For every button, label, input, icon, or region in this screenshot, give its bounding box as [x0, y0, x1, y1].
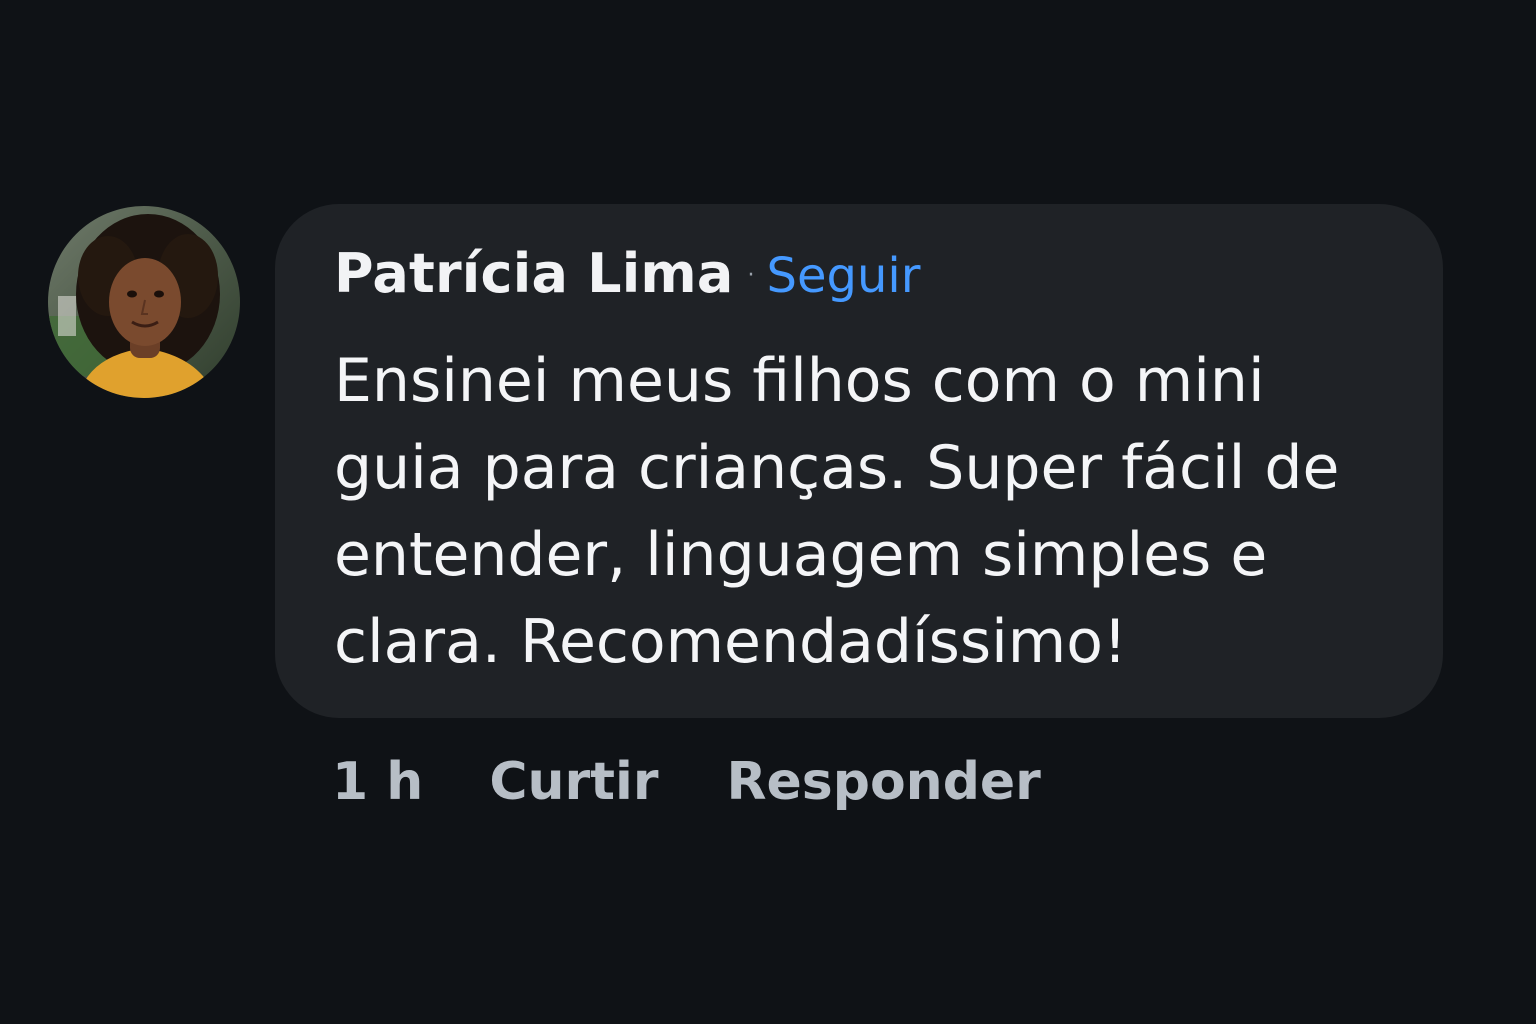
reply-button[interactable]: Responder: [726, 752, 1040, 812]
author-name[interactable]: Patrícia Lima: [334, 242, 734, 305]
separator-dot: ·: [747, 263, 755, 288]
comment-text: Ensinei meus filhos com o mini guia para…: [334, 346, 1340, 677]
comment: Patrícia Lima · Seguir Ensinei meus filh…: [48, 204, 1448, 844]
user-avatar-photo-icon: [48, 206, 240, 398]
comment-bubble: Patrícia Lima · Seguir Ensinei meus filh…: [275, 204, 1443, 718]
comment-actions: 1 h Curtir Responder: [332, 752, 1041, 812]
like-button[interactable]: Curtir: [489, 752, 658, 812]
timestamp[interactable]: 1 h: [332, 752, 423, 812]
comment-header: Patrícia Lima · Seguir: [334, 242, 920, 305]
avatar[interactable]: [48, 206, 240, 398]
follow-button[interactable]: Seguir: [767, 248, 921, 304]
